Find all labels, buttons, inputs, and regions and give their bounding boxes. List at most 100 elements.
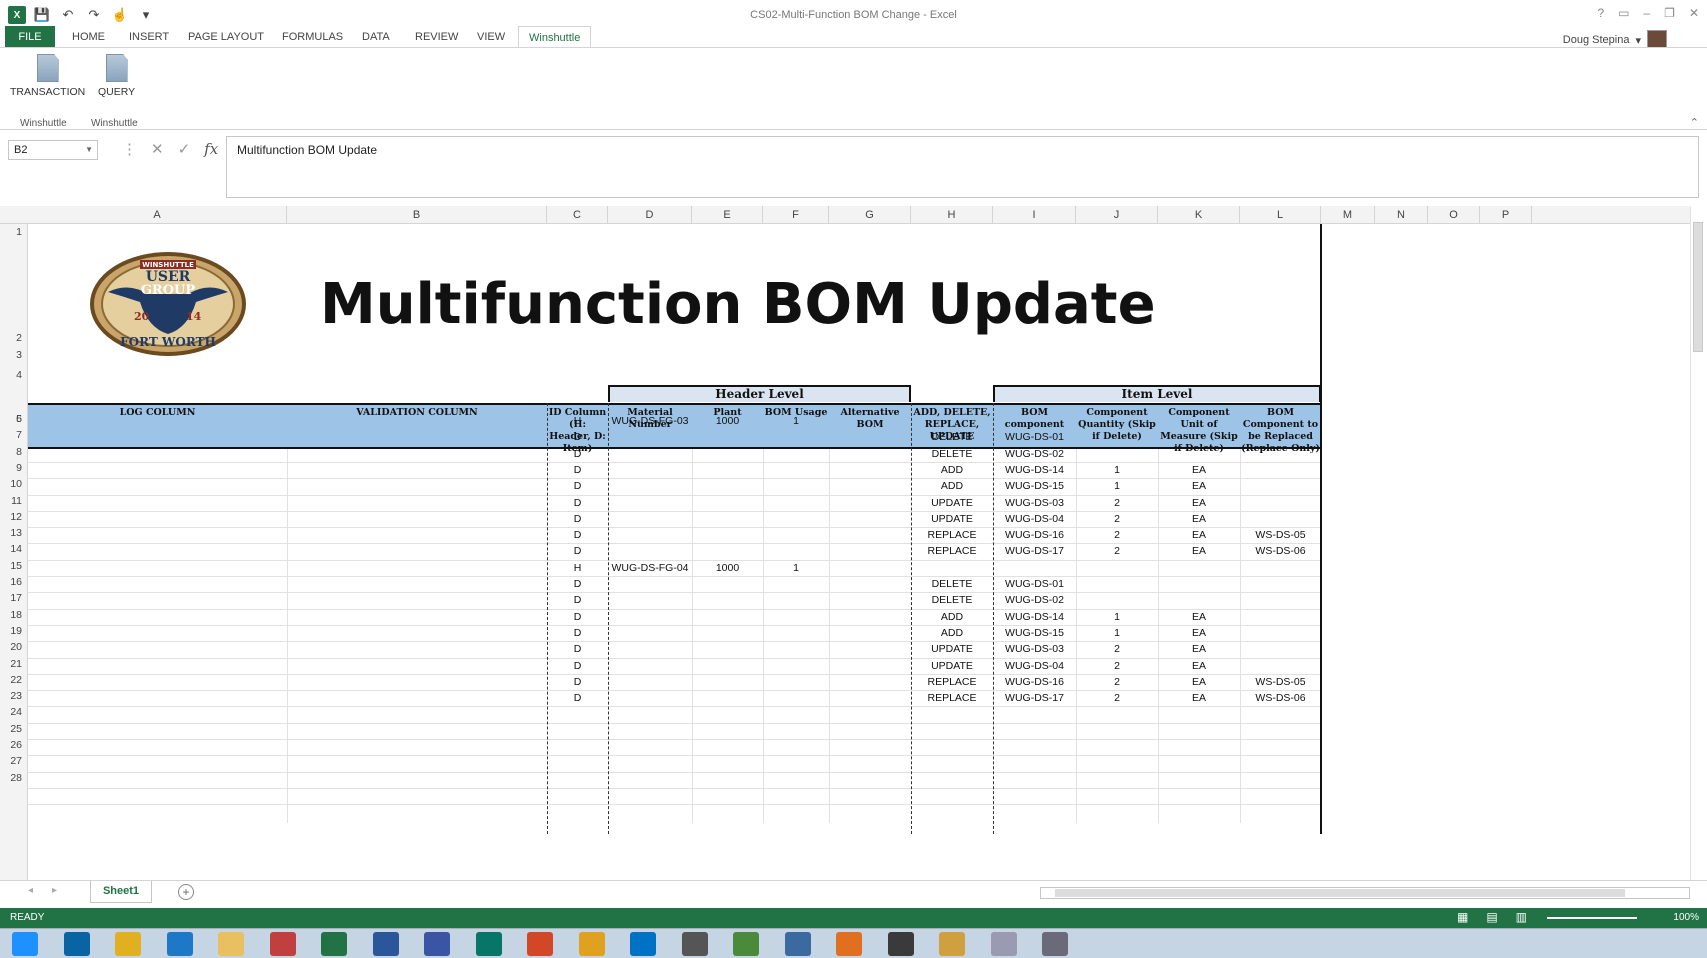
winshuttle-query-icon[interactable]: [784, 932, 811, 956]
column-header-a[interactable]: A: [28, 206, 287, 224]
quantity-cell[interactable]: 2: [1076, 658, 1158, 675]
action-cell[interactable]: ADD: [911, 462, 993, 479]
paint-icon[interactable]: [269, 932, 296, 956]
row-header[interactable]: 14: [0, 543, 28, 555]
uom-cell[interactable]: EA: [1158, 690, 1240, 707]
row-header[interactable]: 9: [0, 462, 28, 474]
column-header-g[interactable]: G: [829, 206, 911, 224]
quantity-cell[interactable]: 2: [1076, 690, 1158, 707]
id-cell[interactable]: D: [547, 543, 608, 560]
action-cell[interactable]: UPDATE: [911, 495, 993, 512]
uom-cell[interactable]: EA: [1158, 609, 1240, 626]
action-cell[interactable]: REPLACE: [911, 674, 993, 691]
camtasia-icon[interactable]: [887, 932, 914, 956]
more-icon[interactable]: ⋮: [122, 140, 137, 158]
page-break-view-icon[interactable]: ▥: [1516, 910, 1527, 924]
column-header-d[interactable]: D: [608, 206, 692, 224]
winshuttle-icon[interactable]: [733, 932, 759, 956]
uom-cell[interactable]: EA: [1158, 495, 1240, 512]
action-cell[interactable]: DELETE: [911, 446, 993, 463]
row-header[interactable]: 13: [0, 527, 28, 539]
replace-component-cell[interactable]: WS-DS-06: [1240, 690, 1321, 707]
column-header-e[interactable]: E: [692, 206, 763, 224]
quantity-cell[interactable]: 2: [1076, 511, 1158, 528]
row-header[interactable]: 20: [0, 641, 28, 653]
id-cell[interactable]: D: [547, 478, 608, 495]
action-cell[interactable]: ADD: [911, 478, 993, 495]
cancel-icon[interactable]: ✕: [151, 140, 164, 158]
tab-data[interactable]: DATA: [352, 26, 400, 48]
column-header-k[interactable]: K: [1158, 206, 1240, 224]
id-cell[interactable]: D: [547, 641, 608, 658]
column-header-p[interactable]: P: [1480, 206, 1532, 224]
action-cell[interactable]: REPLACE: [911, 543, 993, 560]
replace-component-cell[interactable]: WS-DS-05: [1240, 674, 1321, 691]
formula-input[interactable]: Multifunction BOM Update: [226, 136, 1699, 198]
id-cell[interactable]: D: [547, 658, 608, 675]
bom-component-cell[interactable]: WUG-DS-16: [993, 674, 1076, 691]
zoom-slider[interactable]: [1547, 917, 1637, 919]
visio-icon[interactable]: [424, 932, 450, 956]
collapse-ribbon-icon[interactable]: ⌃: [1690, 116, 1699, 129]
restore-icon[interactable]: ❐: [1664, 6, 1675, 20]
column-header-f[interactable]: F: [763, 206, 829, 224]
row-header[interactable]: 21: [0, 658, 28, 670]
add-sheet-icon[interactable]: +: [178, 884, 194, 900]
bom-usage-cell[interactable]: 1: [763, 413, 829, 430]
bom-component-cell[interactable]: WUG-DS-03: [993, 495, 1076, 512]
folder-icon[interactable]: [939, 932, 965, 956]
page-layout-view-icon[interactable]: ▤: [1486, 910, 1497, 924]
row-header[interactable]: 28: [0, 772, 28, 784]
row-header[interactable]: 27: [0, 755, 28, 767]
tab-home[interactable]: HOME: [62, 26, 115, 48]
action-cell[interactable]: ADD: [911, 609, 993, 626]
bom-component-cell[interactable]: WUG-DS-02: [993, 446, 1076, 463]
row-header[interactable]: 24: [0, 706, 28, 718]
uom-cell[interactable]: EA: [1158, 674, 1240, 691]
bom-component-cell[interactable]: WUG-DS-04: [993, 658, 1076, 675]
quantity-cell[interactable]: 1: [1076, 625, 1158, 642]
tab-winshuttle[interactable]: Winshuttle: [518, 26, 592, 48]
chat-icon[interactable]: [1042, 932, 1068, 956]
bom-component-cell[interactable]: WUG-DS-14: [993, 609, 1076, 626]
column-header-b[interactable]: B: [287, 206, 547, 224]
insert-function-icon[interactable]: fx: [204, 140, 218, 158]
chrome-icon[interactable]: [115, 932, 141, 956]
explorer-icon[interactable]: [218, 932, 244, 956]
uom-cell[interactable]: EA: [1158, 625, 1240, 642]
material-number-cell[interactable]: WUG-DS-FG-03: [608, 413, 692, 430]
uom-cell[interactable]: EA: [1158, 511, 1240, 528]
material-number-cell[interactable]: WUG-DS-FG-04: [608, 560, 692, 577]
row-header[interactable]: 23: [0, 690, 28, 702]
bom-component-cell[interactable]: WUG-DS-15: [993, 625, 1076, 642]
id-cell[interactable]: D: [547, 592, 608, 609]
id-cell[interactable]: D: [547, 495, 608, 512]
id-cell[interactable]: H: [547, 560, 608, 577]
tab-insert[interactable]: INSERT: [119, 26, 179, 48]
action-cell[interactable]: DELETE: [911, 429, 993, 446]
bom-component-cell[interactable]: WUG-DS-17: [993, 690, 1076, 707]
help-icon[interactable]: ?: [1597, 6, 1604, 20]
id-cell[interactable]: D: [547, 690, 608, 707]
sheet-tab-sheet1[interactable]: Sheet1: [90, 881, 152, 903]
id-cell[interactable]: D: [547, 625, 608, 642]
quantity-cell[interactable]: 2: [1076, 641, 1158, 658]
tab-view[interactable]: VIEW: [467, 26, 515, 48]
zoom-level[interactable]: 100%: [1673, 912, 1699, 923]
uom-cell[interactable]: EA: [1158, 658, 1240, 675]
tab-page-layout[interactable]: PAGE LAYOUT: [178, 26, 274, 48]
query-button[interactable]: QUERY: [98, 54, 135, 98]
bom-component-cell[interactable]: WUG-DS-01: [993, 429, 1076, 446]
outlook-icon[interactable]: [63, 932, 90, 956]
row-header[interactable]: 19: [0, 625, 28, 637]
quantity-cell[interactable]: 2: [1076, 495, 1158, 512]
row-header[interactable]: 25: [0, 723, 28, 735]
bom-component-cell[interactable]: WUG-DS-14: [993, 462, 1076, 479]
id-cell[interactable]: D: [547, 462, 608, 479]
tab-review[interactable]: REVIEW: [405, 26, 468, 48]
row-header[interactable]: 1: [0, 226, 28, 238]
ribbon-display-icon[interactable]: ▭: [1618, 6, 1629, 20]
row-header[interactable]: 22: [0, 674, 28, 686]
row-header[interactable]: 17: [0, 592, 28, 604]
row-header[interactable]: 10: [0, 478, 28, 490]
